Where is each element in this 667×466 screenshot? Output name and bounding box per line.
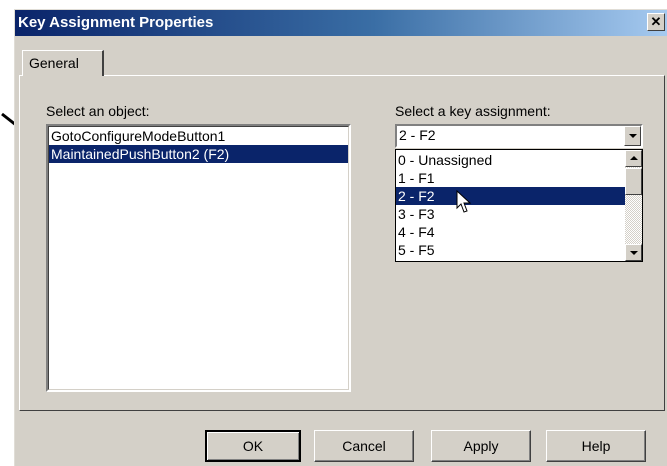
ok-button-label: OK: [242, 438, 264, 454]
scroll-up-button[interactable]: [625, 150, 642, 167]
dropdown-option[interactable]: 4 - F4: [396, 223, 625, 241]
ok-button[interactable]: OK: [205, 430, 301, 462]
title-bar[interactable]: Key Assignment Properties ✕: [15, 10, 667, 36]
scroll-thumb[interactable]: [625, 168, 642, 195]
cancel-button[interactable]: Cancel: [314, 430, 414, 462]
tab-panel-general: Select an object: GotoConfigureModeButto…: [19, 75, 665, 411]
combo-dropdown-button[interactable]: [624, 126, 641, 146]
dropdown-option[interactable]: 1 - F1: [396, 169, 625, 187]
help-button-label: Help: [581, 438, 611, 454]
dropdown-scrollbar[interactable]: [625, 150, 642, 261]
window-title: Key Assignment Properties: [18, 14, 214, 31]
key-assignment-combo[interactable]: 2 - F2: [395, 124, 643, 148]
dialog-window: Key Assignment Properties ✕ General Sele…: [14, 9, 667, 466]
dropdown-option-selected[interactable]: 2 - F2: [396, 187, 625, 205]
list-item-object-selected[interactable]: MaintainedPushButton2 (F2): [49, 145, 348, 163]
close-icon: ✕: [650, 14, 662, 29]
mouse-pointer-icon: [456, 190, 472, 213]
help-button[interactable]: Help: [546, 430, 646, 462]
scroll-down-button[interactable]: [625, 244, 642, 261]
chevron-up-icon: [630, 156, 638, 160]
dropdown-option[interactable]: 5 - F5: [396, 241, 625, 259]
key-assignment-combo-value: 2 - F2: [399, 127, 436, 143]
chevron-down-icon: [630, 251, 638, 255]
cancel-button-label: Cancel: [342, 438, 386, 454]
tab-general[interactable]: General: [22, 50, 104, 76]
apply-button[interactable]: Apply: [431, 430, 531, 462]
chevron-down-icon: [629, 134, 637, 138]
key-assignment-dropdown-list[interactable]: 0 - Unassigned 1 - F1 2 - F2 3 - F3 4 - …: [395, 149, 643, 262]
object-label: Select an object:: [46, 103, 150, 119]
object-listbox[interactable]: GotoConfigureModeButton1 MaintainedPushB…: [46, 124, 351, 392]
tab-general-label: General: [29, 55, 79, 71]
apply-button-label: Apply: [463, 438, 499, 454]
list-item-object[interactable]: GotoConfigureModeButton1: [49, 127, 348, 145]
key-assignment-label: Select a key assignment:: [395, 103, 551, 119]
dropdown-option[interactable]: 3 - F3: [396, 205, 625, 223]
close-button[interactable]: ✕: [647, 13, 665, 31]
dropdown-option[interactable]: 0 - Unassigned: [396, 151, 625, 169]
